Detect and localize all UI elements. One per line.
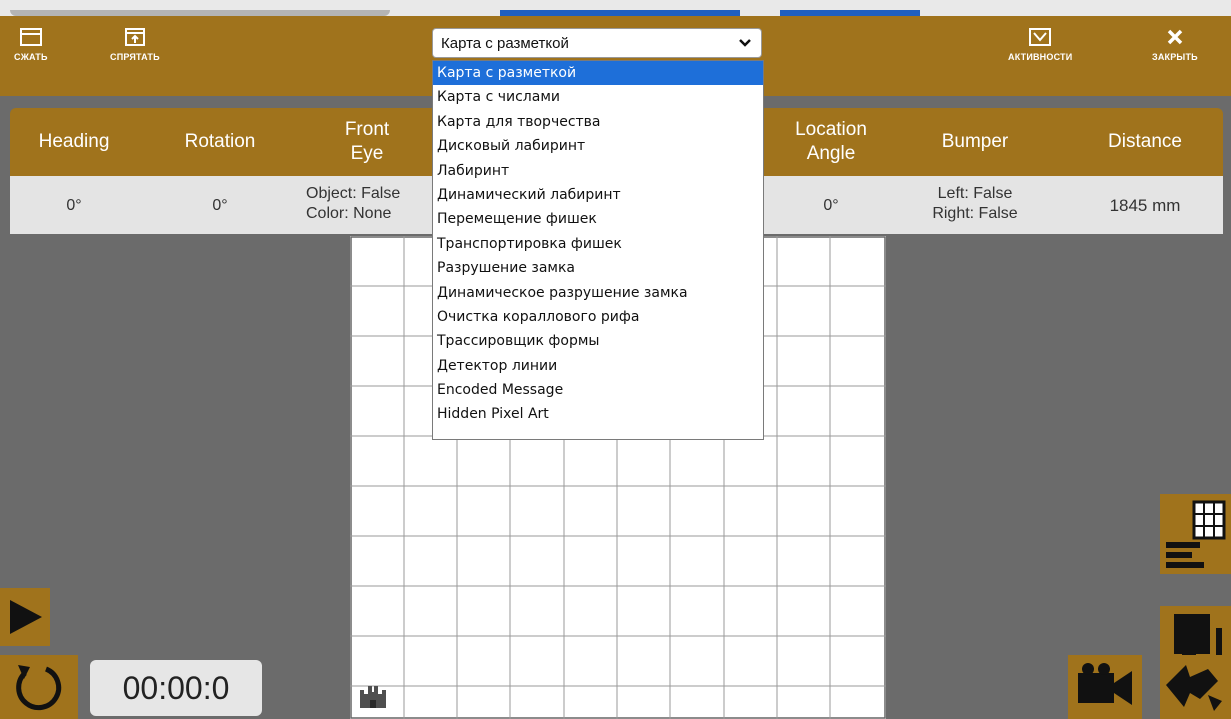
- activities-check-icon: [1029, 28, 1052, 46]
- front-eye-value: Object: False Color: None: [306, 184, 436, 224]
- map-option[interactable]: Разрушение замка: [433, 256, 763, 280]
- bumper-label: Bumper: [941, 131, 1009, 152]
- map-select-dropdown[interactable]: Карта с разметкой Карта с числами Карта …: [432, 60, 764, 440]
- camera-button[interactable]: [1068, 655, 1142, 719]
- front-eye-label: Front Eye: [332, 118, 402, 166]
- play-button[interactable]: [0, 588, 50, 646]
- collapse-button[interactable]: СЖАТЬ: [14, 28, 48, 62]
- map-option[interactable]: Карта с разметкой: [433, 61, 763, 86]
- hide-button[interactable]: СПРЯТАТЬ: [110, 28, 160, 62]
- distance-label: Distance: [1108, 131, 1182, 152]
- chevron-down-icon: [739, 39, 751, 47]
- map-select-value: Карта с разметкой: [441, 35, 569, 52]
- reset-icon: [16, 665, 62, 711]
- front-eye-label-line1: Front: [344, 119, 390, 140]
- play-icon: [10, 600, 42, 634]
- browser-top-strip: [0, 0, 1231, 16]
- rotate-view-icon: [1166, 665, 1222, 711]
- vr-playground-window: СЖАТЬ СПРЯТАТЬ Карта с разметкой АКТИВНО…: [0, 0, 1231, 719]
- map-option[interactable]: Дисковый лабиринт: [433, 134, 763, 158]
- map-option[interactable]: Перемещение фишек: [433, 207, 763, 231]
- front-eye-object: Object: False: [306, 185, 401, 202]
- heading-value: 0°: [66, 197, 82, 214]
- map-option[interactable]: Лабиринт: [433, 159, 763, 183]
- activities-label: АКТИВНОСТИ: [1008, 52, 1073, 62]
- map-option[interactable]: Динамический лабиринт: [433, 183, 763, 207]
- collapse-window-icon: [19, 28, 42, 46]
- activities-button[interactable]: АКТИВНОСТИ: [1008, 28, 1072, 62]
- map-option[interactable]: Динамическое разрушение замка: [433, 281, 763, 305]
- map-select[interactable]: Карта с разметкой: [432, 28, 762, 58]
- bumper-value: Left: False Right: False: [915, 184, 1035, 224]
- rotate-view-button[interactable]: [1160, 655, 1231, 719]
- timer-display: 00:00:0: [90, 660, 262, 716]
- collapse-label: СЖАТЬ: [14, 52, 48, 62]
- location-angle-label-line2: Angle: [806, 143, 856, 164]
- map-option[interactable]: Карта для творчества: [433, 110, 763, 134]
- map-option[interactable]: Очистка кораллового рифа: [433, 305, 763, 329]
- distance-value: 1845 mm: [1109, 196, 1181, 215]
- hide-label: СПРЯТАТЬ: [110, 52, 160, 62]
- map-option[interactable]: Транспортировка фишек: [433, 232, 763, 256]
- map-option[interactable]: Encoded Message: [433, 378, 763, 402]
- rotation-label: Rotation: [184, 131, 256, 152]
- map-option[interactable]: Трассировщик формы: [433, 329, 763, 353]
- front-eye-label-line2: Eye: [350, 143, 384, 164]
- location-angle-value: 0°: [823, 197, 839, 214]
- location-angle-label: Location Angle: [776, 118, 886, 166]
- heading-label: Heading: [38, 131, 110, 152]
- rotation-value: 0°: [212, 197, 228, 214]
- close-label: ЗАКРЫТЬ: [1152, 52, 1198, 62]
- map-option[interactable]: Карта с числами: [433, 85, 763, 109]
- location-angle-label-line1: Location: [795, 119, 867, 140]
- castle-icon[interactable]: [358, 682, 388, 710]
- map-option[interactable]: Hidden Pixel Art: [433, 402, 763, 426]
- close-icon: [1167, 29, 1183, 45]
- map-editor-button[interactable]: [1160, 494, 1231, 574]
- camera-icon: [1078, 663, 1132, 705]
- bumper-right: Right: False: [932, 205, 1018, 222]
- close-button[interactable]: ЗАКРЫТЬ: [1152, 28, 1198, 62]
- map-editor-icon: [1166, 500, 1226, 568]
- hide-panel-icon: [124, 28, 145, 46]
- reset-button[interactable]: [0, 655, 78, 719]
- bumper-left: Left: False: [937, 185, 1013, 202]
- front-eye-color: Color: None: [306, 205, 392, 222]
- map-option[interactable]: Детектор линии: [433, 354, 763, 378]
